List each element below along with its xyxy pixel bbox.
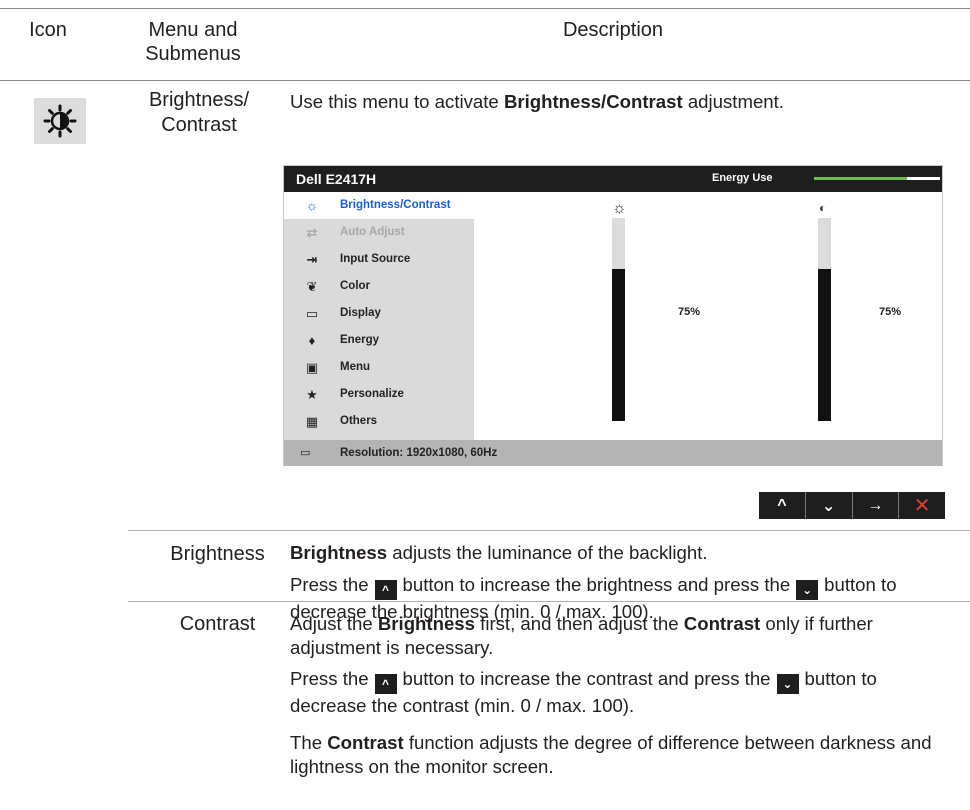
desc-text: Adjust the: [290, 613, 378, 634]
header-bottom-rule: [0, 80, 970, 81]
header-icon: Icon: [29, 19, 67, 41]
osd-menu-item-label: Brightness/Contrast: [340, 199, 451, 211]
up-button-icon: ^: [374, 580, 397, 600]
header-menu: Menu and Submenus: [128, 18, 258, 66]
osd-menu-item[interactable]: ⇥ Input Source: [284, 246, 474, 273]
brightness-contrast-label-line1: Brightness/: [148, 89, 250, 111]
osd-menu-item-label: Energy: [340, 334, 379, 346]
osd-menu-item-label: Input Source: [340, 253, 411, 265]
contrast-description-2: Press the ^ button to increase the contras…: [290, 667, 950, 718]
down-button-icon: ⌄: [776, 674, 799, 694]
energy-use-label: Energy Use: [712, 172, 773, 184]
contrast-label: Contrast: [179, 613, 256, 635]
osd-menu-item-label: Menu: [340, 361, 371, 373]
desc-text: Use this menu to activate: [290, 91, 504, 112]
osd-menu-item-label: Color: [340, 280, 371, 292]
brightness-label: Brightness: [170, 543, 265, 565]
down-button-icon: ⌄: [796, 580, 819, 600]
close-icon[interactable]: ✕: [899, 492, 945, 519]
osd-status-bar: ▭ Resolution: 1920x1080, 60Hz: [284, 440, 942, 466]
energy-use-fill: [814, 177, 908, 180]
sun-icon: ☼: [612, 200, 627, 217]
osd-menu-item-label: Personalize: [340, 388, 404, 400]
energy-use-bar: [814, 177, 940, 180]
desc-text: Press the: [290, 574, 369, 595]
brightness-contrast-description: Use this menu to activate Brightness/Con…: [290, 90, 950, 114]
table-top-rule: [0, 8, 970, 9]
personalize-icon: ★: [306, 387, 318, 402]
desc-text: The: [290, 732, 328, 753]
others-icon: ▦: [305, 414, 319, 429]
header-menu-line1: Menu and: [148, 19, 238, 41]
osd-title-bar: Dell E2417H Energy Use: [284, 166, 942, 192]
osd-menu-item[interactable]: ▦ Others: [284, 408, 474, 435]
osd-menu-item-label: Auto Adjust: [340, 226, 405, 238]
brightness-value: 75%: [678, 306, 701, 318]
brightness-contrast-icon: [34, 98, 86, 144]
osd-menu-item[interactable]: ★ Personalize: [284, 381, 474, 408]
chevron-up-icon[interactable]: ^: [759, 492, 806, 519]
arrow-right-icon[interactable]: →: [853, 492, 900, 519]
osd-menu-item[interactable]: ⇄ Auto Adjust: [284, 219, 474, 246]
brightness-slider[interactable]: [612, 218, 625, 421]
osd-menu: ☼ Brightness/Contrast ⇄ Auto Adjust ⇥ Input S…: [284, 192, 474, 440]
header-menu-line2: Submenus: [145, 43, 241, 65]
desc-text: first, and then adjust the: [474, 613, 684, 634]
desc-bold: Brightness: [290, 542, 388, 563]
brightness-icon: ☼: [306, 198, 318, 213]
contrast-description-3: The Contrast function adjusts the degree…: [290, 731, 950, 779]
desc-bold: Contrast: [683, 613, 761, 634]
osd-screenshot: Dell E2417H Energy Use ☼ Brightness/Contr…: [283, 165, 943, 466]
desc-text: adjustment.: [682, 91, 784, 112]
desc-bold: Brightness: [377, 613, 475, 634]
brightness-slider-fill: [612, 268, 625, 421]
chevron-down-icon[interactable]: ⌄: [806, 492, 853, 519]
menu-icon: ▣: [305, 360, 319, 375]
desc-text: button to increase the brightness and pr…: [402, 574, 791, 595]
osd-menu-item[interactable]: ♦ Energy: [284, 327, 474, 354]
energy-icon: ♦: [308, 333, 316, 348]
resolution-text: Resolution: 1920x1080, 60Hz: [340, 447, 498, 459]
desc-bold: Brightness/Contrast: [503, 91, 683, 112]
desc-text: adjusts the luminance of the backlight.: [387, 542, 708, 563]
resolution-icon: ▭: [300, 447, 311, 459]
display-icon: ▭: [305, 306, 319, 321]
osd-menu-item[interactable]: ▣ Menu: [284, 354, 474, 381]
desc-text: Press the: [290, 668, 369, 689]
auto-adjust-icon: ⇄: [306, 225, 318, 240]
osd-menu-item[interactable]: ▭ Display: [284, 300, 474, 327]
contrast-slider-fill: [818, 268, 831, 421]
osd-menu-item-label: Display: [340, 307, 381, 319]
row-divider: [128, 530, 970, 531]
brightness-contrast-label: Brightness/ Contrast: [134, 88, 264, 138]
brightness-description-1: Brightness adjusts the luminance of the …: [290, 541, 950, 565]
contrast-description-1: Adjust the Brightness first, and then ad…: [290, 612, 950, 660]
contrast-icon: ◐: [819, 201, 827, 215]
contrast-slider[interactable]: [818, 218, 831, 421]
desc-bold: Contrast: [327, 732, 404, 753]
up-button-icon: ^: [374, 674, 397, 694]
input-source-icon: ⇥: [306, 252, 318, 267]
desc-text: button to increase the contrast and pres…: [402, 668, 771, 689]
osd-menu-item[interactable]: ☼ Brightness/Contrast: [284, 192, 474, 219]
contrast-value: 75%: [879, 306, 902, 318]
osd-navigation-buttons: ^ ⌄ → ✕: [759, 492, 945, 519]
osd-menu-item-label: Others: [340, 415, 378, 427]
color-icon: ❦: [306, 279, 318, 294]
header-description: Description: [562, 19, 664, 41]
brightness-contrast-label-line2: Contrast: [161, 114, 237, 136]
osd-title: Dell E2417H: [296, 171, 377, 187]
osd-menu-item[interactable]: ❦ Color: [284, 273, 474, 300]
